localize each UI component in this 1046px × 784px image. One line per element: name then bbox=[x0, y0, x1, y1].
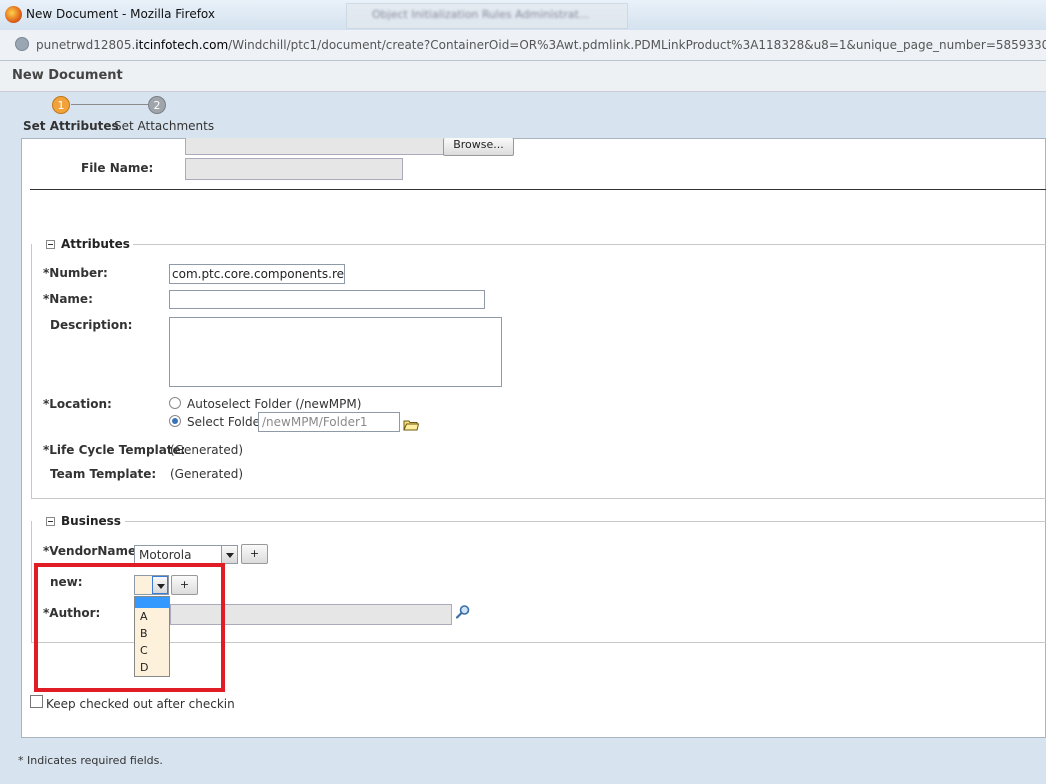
url-host-prefix: punetrwd12805. bbox=[36, 38, 136, 52]
step-set-attributes[interactable]: Set Attributes bbox=[23, 119, 119, 133]
step-set-attachments[interactable]: Set Attachments bbox=[114, 119, 214, 133]
team-template-label: Team Template: bbox=[50, 467, 157, 481]
add-vendor-button[interactable]: + bbox=[241, 544, 268, 564]
select-folder-label: Select Folder bbox=[187, 415, 265, 429]
browse-button[interactable]: Browse... bbox=[443, 138, 514, 156]
lifecycle-value: (Generated) bbox=[170, 443, 244, 457]
name-input[interactable] bbox=[169, 290, 485, 309]
required-fields-note: * Indicates required fields. bbox=[18, 754, 163, 767]
vendor-name-label: VendorName: bbox=[49, 544, 141, 558]
collapse-business-icon[interactable] bbox=[46, 517, 55, 526]
number-input[interactable]: com.ptc.core.components.rende bbox=[169, 264, 345, 284]
window-title: New Document - Mozilla Firefox bbox=[26, 7, 215, 21]
section-border bbox=[31, 244, 32, 498]
folder-browse-icon[interactable] bbox=[403, 419, 420, 431]
url-host-domain: itcinfotech.com bbox=[135, 38, 229, 52]
number-label: Number: bbox=[49, 266, 108, 280]
attributes-section-title: Attributes bbox=[61, 237, 130, 251]
keep-checked-out-checkbox[interactable] bbox=[30, 695, 43, 708]
autoselect-folder-label: Autoselect Folder (/newMPM) bbox=[187, 397, 362, 411]
folder-path-input[interactable]: /newMPM/Folder1 bbox=[258, 412, 400, 432]
step-2-icon[interactable]: 2 bbox=[148, 96, 166, 114]
divider bbox=[30, 189, 1046, 190]
select-folder-radio[interactable] bbox=[169, 415, 181, 427]
globe-icon bbox=[15, 37, 29, 51]
url-text[interactable]: punetrwd12805.itcinfotech.com/Windchill/… bbox=[36, 38, 1046, 52]
page-title: New Document bbox=[12, 68, 123, 83]
page-header bbox=[0, 61, 1046, 92]
collapse-attributes-icon[interactable] bbox=[46, 240, 55, 249]
section-divider bbox=[133, 244, 1046, 245]
file-name-field[interactable] bbox=[185, 158, 403, 180]
section-border bbox=[31, 521, 32, 642]
section-divider bbox=[125, 521, 1046, 522]
firefox-icon bbox=[5, 6, 22, 23]
section-divider bbox=[31, 498, 1046, 499]
search-icon[interactable] bbox=[455, 604, 471, 620]
description-textarea[interactable] bbox=[169, 317, 502, 387]
step-connector bbox=[71, 104, 148, 105]
team-template-value: (Generated) bbox=[170, 467, 244, 481]
business-section-title: Business bbox=[61, 514, 121, 528]
file-path-input[interactable] bbox=[185, 138, 447, 155]
keep-checked-out-label: Keep checked out after checkin bbox=[46, 697, 235, 711]
autoselect-folder-radio[interactable] bbox=[169, 397, 181, 409]
highlight-box bbox=[34, 563, 225, 692]
url-path: /Windchill/ptc1/document/create?Containe… bbox=[228, 38, 1046, 52]
location-label: Location: bbox=[49, 397, 112, 411]
name-label: Name: bbox=[49, 292, 93, 306]
background-tab-title: Object Initialization Rules Administrat.… bbox=[372, 8, 590, 21]
file-name-label: File Name: bbox=[81, 161, 154, 175]
lifecycle-label: Life Cycle Template: bbox=[49, 443, 186, 457]
chevron-down-icon[interactable] bbox=[221, 546, 237, 563]
description-label: Description: bbox=[50, 318, 133, 332]
vendor-name-select[interactable]: Motorola bbox=[134, 545, 238, 564]
vendor-name-value: Motorola bbox=[139, 548, 192, 562]
step-1-icon[interactable]: 1 bbox=[52, 96, 70, 114]
